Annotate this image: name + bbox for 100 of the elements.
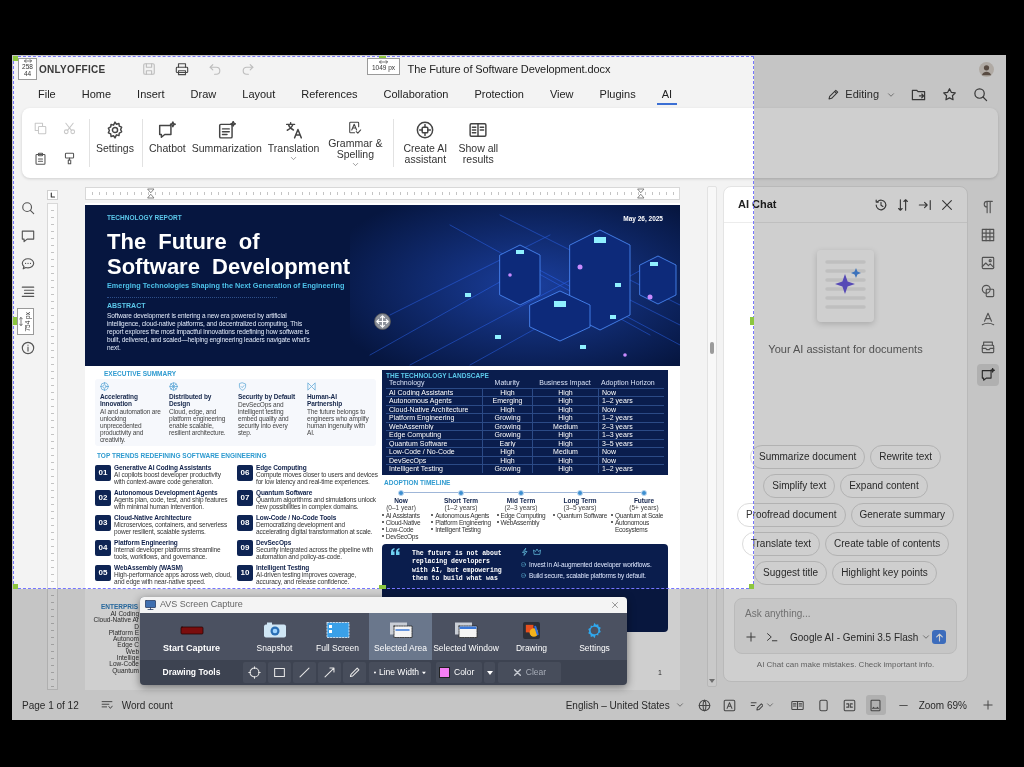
- capture-mode-button[interactable]: Snapshot: [243, 613, 306, 660]
- spellcheck-icon[interactable]: [722, 698, 736, 712]
- capture-mode-button[interactable]: Settings: [563, 613, 626, 660]
- menu-tab[interactable]: Plugins: [594, 84, 641, 105]
- format-painter-icon[interactable]: [63, 151, 76, 165]
- history-icon[interactable]: [874, 197, 888, 212]
- line-width-button[interactable]: Line Width: [369, 662, 431, 683]
- menu-tab[interactable]: Protection: [469, 84, 529, 105]
- search-icon[interactable]: [21, 201, 35, 215]
- caret-icon: [922, 633, 931, 641]
- resize-handle[interactable]: [750, 317, 754, 325]
- suggestion-chip[interactable]: Create table of contents: [825, 531, 950, 556]
- drawing-tool-button[interactable]: [343, 662, 366, 683]
- capture-mode-button[interactable]: Start Capture: [140, 613, 243, 660]
- indent-marker-icon[interactable]: [637, 188, 645, 199]
- drawing-tool-button[interactable]: [268, 662, 291, 683]
- capture-mode-button[interactable]: Selected Window: [432, 613, 500, 660]
- close-icon[interactable]: [940, 197, 954, 212]
- chat-sparkle-button[interactable]: [976, 364, 999, 386]
- zoom-in-icon[interactable]: [982, 699, 994, 711]
- info-icon[interactable]: [21, 341, 35, 355]
- ribbon-button[interactable]: Create AI assistant: [398, 118, 453, 168]
- text-art-icon: [980, 312, 995, 326]
- scrollbar-thumb[interactable]: [710, 342, 714, 354]
- editing-mode-button[interactable]: Editing: [827, 86, 895, 103]
- menu-tab[interactable]: File: [33, 84, 61, 105]
- star-icon[interactable]: [942, 87, 957, 102]
- trend-number: 06: [237, 465, 253, 481]
- pencil-icon: [348, 666, 361, 679]
- comment-icon[interactable]: [21, 229, 35, 243]
- suggestion-chip[interactable]: Summarize document: [749, 444, 866, 469]
- suggestion-chip[interactable]: Highlight key points: [832, 560, 937, 585]
- gear-icon: [105, 121, 124, 139]
- menu-tab[interactable]: Home: [76, 84, 117, 105]
- suggestion-chip[interactable]: Rewrite text: [870, 444, 942, 469]
- color-button[interactable]: Color: [436, 662, 482, 683]
- page-width-icon: [869, 698, 883, 712]
- ribbon-button[interactable]: Summarization: [189, 118, 264, 168]
- resize-handle[interactable]: [379, 585, 386, 589]
- avatar-icon[interactable]: [979, 61, 994, 77]
- trend-number: 02: [95, 490, 111, 506]
- scroll-down-arrow-icon[interactable]: [709, 679, 715, 683]
- menu-tab[interactable]: Draw: [185, 84, 222, 105]
- capture-mode-button[interactable]: Drawing: [500, 613, 563, 660]
- ribbon-button[interactable]: Grammar & Spelling: [323, 118, 388, 168]
- globe-icon[interactable]: [697, 698, 711, 712]
- drawing-tool-button[interactable]: [243, 662, 266, 683]
- headings-icon[interactable]: [21, 285, 35, 299]
- resize-handle[interactable]: [13, 317, 17, 325]
- trend-number: 04: [95, 540, 111, 556]
- collapse-icon[interactable]: [918, 197, 932, 212]
- suggestion-chip[interactable]: Simplify text: [763, 473, 836, 498]
- tab-stop-icon[interactable]: [47, 190, 58, 200]
- document-sparkles-icon: [817, 250, 874, 322]
- ribbon-button[interactable]: Show all results: [454, 118, 503, 168]
- check-circle-icon: [521, 573, 526, 578]
- chat-icon[interactable]: [21, 257, 35, 271]
- drawing-tool-button[interactable]: [318, 662, 341, 683]
- chat-input[interactable]: Ask anything...: [745, 605, 946, 621]
- indent-marker-icon[interactable]: [147, 188, 155, 199]
- vertical-scrollbar[interactable]: [707, 186, 717, 687]
- menu-tab[interactable]: References: [296, 84, 363, 105]
- language-selector[interactable]: English – United States: [565, 697, 684, 713]
- capture-mode-button[interactable]: Selected Area: [369, 613, 432, 660]
- menu-tab[interactable]: Collaboration: [378, 84, 454, 105]
- capture-mode-button[interactable]: Full Screen: [306, 613, 369, 660]
- menu-tab[interactable]: Layout: [237, 84, 281, 105]
- suggestion-chip[interactable]: Expand content: [840, 473, 928, 498]
- paste-icon[interactable]: [34, 151, 47, 165]
- sort-icon[interactable]: [896, 197, 910, 212]
- table-icon: [980, 228, 995, 242]
- word-count-icon[interactable]: [100, 699, 113, 711]
- menu-tab[interactable]: View: [544, 84, 579, 105]
- menu-tab[interactable]: Insert: [132, 84, 170, 105]
- send-button[interactable]: [932, 630, 946, 644]
- caret-icon: [887, 90, 895, 99]
- printer-icon[interactable]: [174, 62, 189, 76]
- search-icon[interactable]: [973, 87, 988, 102]
- trend-number: 01: [95, 465, 111, 481]
- terminal-icon[interactable]: [766, 631, 778, 643]
- menu-tab[interactable]: AI: [656, 84, 678, 105]
- word-count-button[interactable]: Word count: [121, 697, 173, 713]
- double-arrow-icon: [23, 59, 32, 63]
- resize-handle[interactable]: [13, 584, 18, 589]
- report-title: The Future of Software Development: [107, 229, 352, 279]
- suggestion-chip[interactable]: Translate text: [741, 531, 820, 556]
- model-selector[interactable]: Google AI - Gemini 3.5 Flash: [790, 629, 931, 645]
- suggestion-chip[interactable]: Proofread document: [736, 502, 846, 527]
- resize-handle[interactable]: [13, 56, 18, 61]
- shapes-icon: [980, 284, 995, 298]
- folder-icon[interactable]: [911, 87, 926, 102]
- suggestion-chip[interactable]: Suggest title: [754, 560, 828, 585]
- plus-icon[interactable]: [745, 631, 757, 643]
- view-mode-button[interactable]: [865, 695, 886, 715]
- ribbon-button[interactable]: Settings: [94, 118, 136, 168]
- ribbon-button[interactable]: Translation: [265, 118, 322, 168]
- suggestion-chip[interactable]: Generate summary: [850, 502, 955, 527]
- color-dropdown-button[interactable]: [484, 662, 495, 683]
- resize-handle[interactable]: [749, 584, 754, 589]
- ribbon-button[interactable]: Chatbot: [146, 118, 188, 168]
